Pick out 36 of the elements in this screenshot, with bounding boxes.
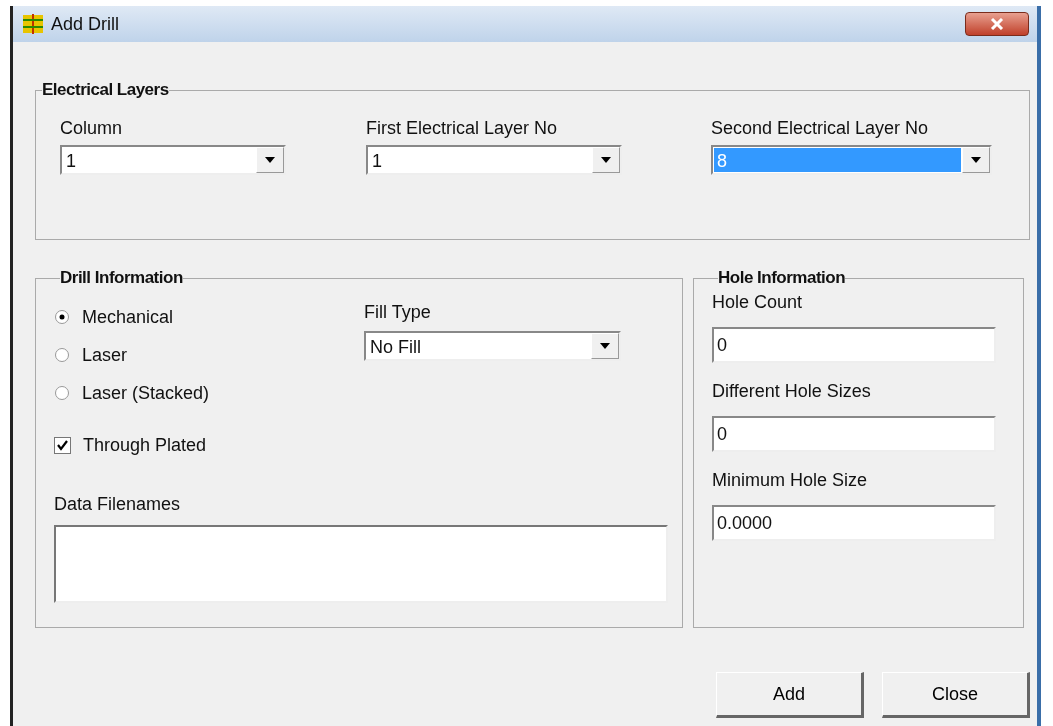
radio-button[interactable]: [54, 385, 70, 401]
dropdown[interactable]: 1: [366, 145, 622, 175]
field-label: Second Electrical Layer No: [711, 118, 930, 139]
radio-button[interactable]: [54, 347, 70, 363]
text-area[interactable]: [54, 525, 668, 603]
field-label: Minimum Hole Size: [712, 470, 869, 491]
group-title: Hole Information: [718, 268, 846, 288]
radio-button[interactable]: [54, 309, 70, 325]
radio-label: Mechanical: [82, 306, 174, 328]
input-field[interactable]: 0.0000: [712, 505, 996, 541]
field-label: First Electrical Layer No: [366, 118, 559, 139]
close-button[interactable]: [965, 12, 1029, 36]
checkbox[interactable]: [54, 436, 71, 454]
checkbox-label: Through Plated: [83, 434, 207, 456]
dropdown-value: 1: [65, 150, 77, 172]
field-label: Different Hole Sizes: [712, 381, 872, 402]
dialog-button[interactable]: Add: [716, 672, 864, 718]
dropdown-value: 1: [371, 150, 383, 172]
input-field[interactable]: 0: [712, 416, 996, 452]
group-title: Drill Information: [60, 268, 183, 288]
group-title: Electrical Layers: [42, 80, 169, 100]
radio-label: Laser (Stacked): [82, 382, 210, 404]
field-label: Data Filenames: [54, 494, 182, 515]
field-label: Fill Type: [364, 302, 432, 323]
radio-label: Laser: [82, 344, 128, 366]
field-label: Hole Count: [712, 292, 804, 313]
field-label: Column: [60, 118, 124, 139]
dropdown-value: 8: [714, 148, 961, 172]
dropdown-value: No Fill: [369, 336, 422, 358]
input-field[interactable]: 0: [712, 327, 996, 363]
window-title: Add Drill: [51, 13, 120, 35]
dropdown[interactable]: No Fill: [364, 331, 621, 361]
dialog-button[interactable]: Close: [882, 672, 1030, 718]
app-icon: [23, 14, 43, 34]
close-icon: [990, 18, 1004, 30]
dropdown[interactable]: 1: [60, 145, 286, 175]
